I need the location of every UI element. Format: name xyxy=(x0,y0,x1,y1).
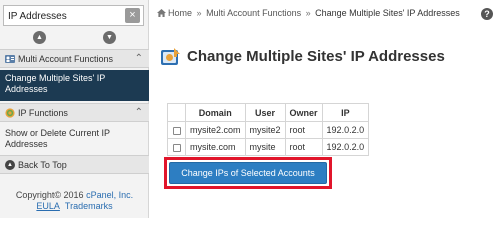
change-ips-button[interactable]: Change IPs of Selected Accounts xyxy=(169,162,327,184)
section-label: Multi Account Functions xyxy=(18,54,114,64)
cpanel-link[interactable]: cPanel, Inc. xyxy=(86,190,133,200)
breadcrumb-separator: » xyxy=(305,8,311,18)
eula-link[interactable]: EULA xyxy=(36,201,60,211)
sidebar-item-label-line2: Addresses xyxy=(5,84,48,94)
domain-cell: mysite2.com xyxy=(185,121,246,139)
sidebar-item-change-multiple-sites-ip[interactable]: Change Multiple Sites' IP Addresses xyxy=(0,70,149,101)
help-icon[interactable]: ? xyxy=(481,8,493,20)
breadcrumb-separator: » xyxy=(196,8,202,18)
arrow-up-icon: ▲ xyxy=(5,160,15,170)
owner-cell: root xyxy=(284,121,323,139)
column-header-ip[interactable]: IP xyxy=(321,103,370,122)
row-checkbox[interactable] xyxy=(172,143,181,152)
breadcrumb-parent[interactable]: Multi Account Functions xyxy=(206,8,301,18)
owner-cell: root xyxy=(284,138,323,156)
breadcrumb-current: Change Multiple Sites' IP Addresses xyxy=(315,8,460,18)
sidebar-item-label-line1: Change Multiple Sites' IP xyxy=(5,73,106,83)
user-cell: mysite2 xyxy=(244,121,286,139)
sidebar-item-label-line1: Show or Delete Current IP xyxy=(5,128,111,138)
sidebar: × ▲ ▼ Multi Account Functions ⌃ Change M… xyxy=(0,0,149,218)
section-label: IP Functions xyxy=(18,108,68,118)
chevron-up-icon: ▲ xyxy=(36,34,43,41)
table-row: mysite2.com mysite2 root 192.0.2.0 xyxy=(167,121,370,139)
select-cell xyxy=(167,121,186,139)
home-icon xyxy=(157,9,166,17)
user-cell: mysite xyxy=(244,138,286,156)
expand-all-button[interactable]: ▼ xyxy=(103,31,116,44)
search-input[interactable] xyxy=(8,9,120,23)
breadcrumb: Home » Multi Account Functions » Change … xyxy=(157,8,460,22)
back-to-top-button[interactable]: ▲ Back To Top xyxy=(0,155,149,174)
section-ip-functions[interactable]: IP Functions ⌃ xyxy=(0,103,149,122)
select-cell xyxy=(167,138,186,156)
breadcrumb-home[interactable]: Home xyxy=(168,8,192,18)
sidebar-search: × xyxy=(3,5,144,26)
table-row: mysite.com mysite root 192.0.2.0 xyxy=(167,138,370,156)
ip-cell: 192.0.2.0 xyxy=(321,121,370,139)
page-title: Change Multiple Sites' IP Addresses xyxy=(187,48,445,65)
back-to-top-label: Back To Top xyxy=(18,160,67,170)
sidebar-footer: Copyright© 2016 cPanel, Inc. EULA Tradem… xyxy=(0,190,149,212)
chevron-up-icon: ⌃ xyxy=(134,107,143,118)
chevron-up-icon: ⌃ xyxy=(134,53,143,64)
collapse-controls: ▲ ▼ xyxy=(0,29,149,46)
column-header-owner[interactable]: Owner xyxy=(284,103,323,122)
clear-search-button[interactable]: × xyxy=(125,8,140,23)
sidebar-item-show-delete-ip[interactable]: Show or Delete Current IP Addresses xyxy=(0,125,149,152)
accounts-icon xyxy=(5,55,15,63)
table-header-row: Domain User Owner IP xyxy=(167,103,370,122)
domain-cell: mysite.com xyxy=(185,138,246,156)
section-multi-account-functions[interactable]: Multi Account Functions ⌃ xyxy=(0,49,149,68)
collapse-all-button[interactable]: ▲ xyxy=(33,31,46,44)
trademarks-link[interactable]: Trademarks xyxy=(65,201,113,211)
column-header-user[interactable]: User xyxy=(244,103,286,122)
row-checkbox[interactable] xyxy=(172,126,181,135)
column-header-select xyxy=(167,103,186,122)
accounts-table: Domain User Owner IP mysite2.com mysite2… xyxy=(167,103,370,156)
column-header-domain[interactable]: Domain xyxy=(185,103,246,122)
ip-globe-icon xyxy=(5,108,15,118)
sidebar-item-label-line2: Addresses xyxy=(5,139,48,149)
ip-cell: 192.0.2.0 xyxy=(321,138,370,156)
copyright-text: Copyright© 2016 xyxy=(15,190,87,200)
chevron-down-icon: ▼ xyxy=(106,34,113,41)
ip-change-icon xyxy=(161,48,180,65)
